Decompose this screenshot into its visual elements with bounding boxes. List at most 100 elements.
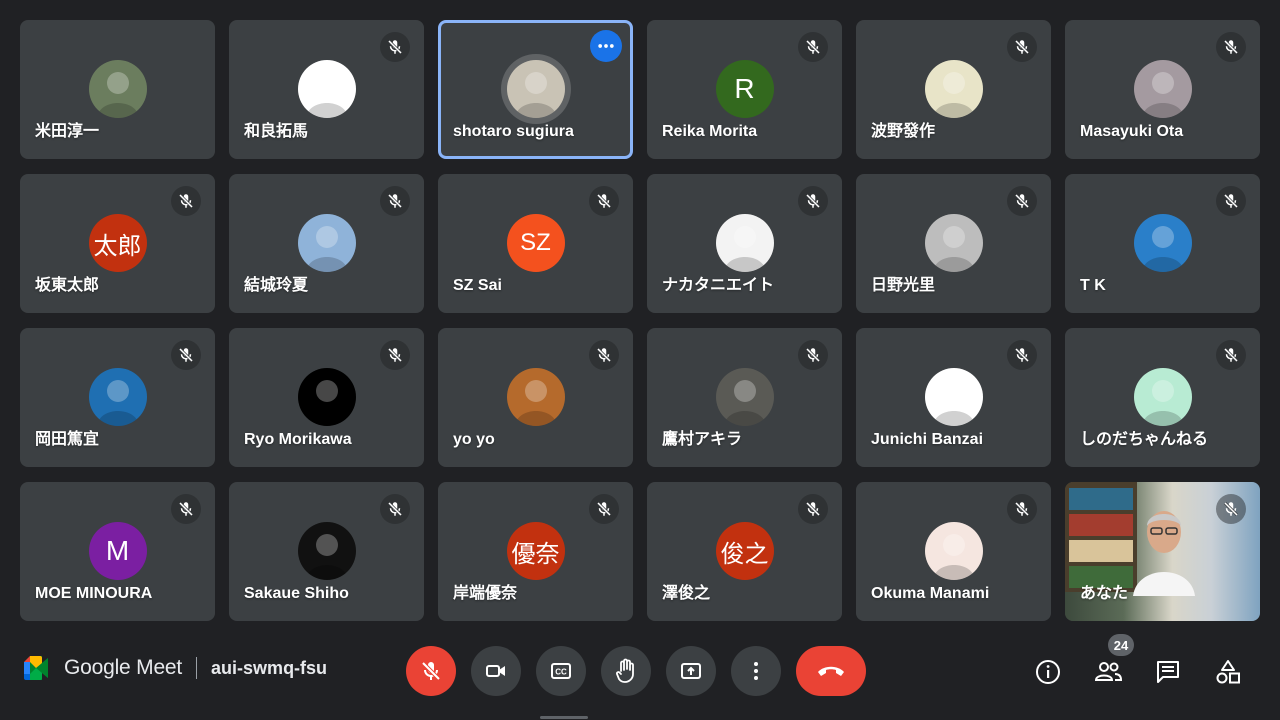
muted-indicator [380, 186, 410, 216]
people-button[interactable] [1086, 650, 1130, 694]
mic-off-icon [805, 193, 821, 209]
participant-tile[interactable]: ナカタニエイト [647, 174, 842, 313]
participant-tile[interactable]: shotaro sugiura [438, 20, 633, 159]
participant-tile[interactable]: R Reika Morita [647, 20, 842, 159]
mic-off-icon [421, 661, 441, 681]
participant-name: 鷹村アキラ [662, 431, 743, 448]
muted-indicator [798, 186, 828, 216]
mic-off-icon [1223, 39, 1239, 55]
participant-tile[interactable]: Sakaue Shiho [229, 482, 424, 621]
participant-avatar [924, 522, 983, 580]
participant-avatar [924, 60, 983, 118]
participant-name: MOE MINOURA [35, 585, 153, 602]
participant-avatar [506, 60, 565, 118]
muted-indicator [380, 32, 410, 62]
microphone-button[interactable] [406, 646, 456, 696]
participant-tile[interactable]: 優奈 岸端優奈 [438, 482, 633, 621]
avatar-photo-image [932, 380, 975, 426]
muted-indicator [171, 494, 201, 524]
home-indicator [540, 716, 588, 719]
participant-count-badge: 24 [1108, 634, 1134, 656]
meeting-details-button[interactable] [1026, 650, 1070, 694]
participant-name: あなた [1080, 585, 1129, 602]
camera-button[interactable] [471, 646, 521, 696]
mic-off-icon [1014, 501, 1030, 517]
participant-tile[interactable]: 俊之 澤俊之 [647, 482, 842, 621]
participant-name: Junichi Banzai [871, 431, 984, 448]
mic-off-icon [805, 39, 821, 55]
more-options-button[interactable] [731, 646, 781, 696]
avatar-photo-image [932, 226, 975, 272]
participant-name: 澤俊之 [662, 585, 711, 602]
participant-avatar [1133, 214, 1192, 272]
participant-avatar [715, 214, 774, 272]
participant-tile[interactable]: 太郎坂東太郎 [20, 174, 215, 313]
participant-tile[interactable]: Ryo Morikawa [229, 328, 424, 467]
participant-tile[interactable]: あなた [1065, 482, 1260, 621]
avatar-initials: 太郎 [93, 232, 142, 260]
bookshelf-image [1065, 482, 1137, 592]
avatar-initials: R [734, 73, 755, 104]
participant-tile[interactable]: 波野發作 [856, 20, 1051, 159]
mic-off-icon [178, 193, 194, 209]
participant-name: 日野光里 [871, 277, 936, 294]
captions-button[interactable]: CC [536, 646, 586, 696]
participant-tile[interactable]: 米田淳一 [20, 20, 215, 159]
participant-tile[interactable]: T K [1065, 174, 1260, 313]
camera-icon [486, 665, 505, 677]
participant-tile[interactable]: M MOE MINOURA [20, 482, 215, 621]
app-name: Google Meet [64, 656, 183, 679]
activities-button[interactable] [1206, 650, 1250, 694]
brand-divider [196, 657, 198, 679]
mic-off-icon [387, 193, 403, 209]
participant-tile[interactable]: 結城玲夏 [229, 174, 424, 313]
participant-tile[interactable]: 鷹村アキラ [647, 328, 842, 467]
participant-tile[interactable]: Masayuki Ota [1065, 20, 1260, 159]
participant-avatar [297, 60, 356, 118]
participant-tile[interactable]: 日野光里 [856, 174, 1051, 313]
people-icon [1094, 662, 1123, 681]
avatar-photo-image [305, 226, 348, 272]
avatar-initials: 優奈 [511, 540, 560, 568]
participant-tile[interactable]: 岡田篤宜 [20, 328, 215, 467]
avatar-photo-image [932, 72, 975, 118]
participant-tile[interactable]: yo yo [438, 328, 633, 467]
avatar-initials: M [105, 535, 130, 566]
participant-avatar [88, 60, 147, 118]
participant-avatar [1133, 368, 1192, 426]
mic-off-icon [387, 39, 403, 55]
muted-indicator [1216, 340, 1246, 370]
participant-avatar: SZ [506, 214, 565, 272]
muted-indicator [380, 494, 410, 524]
participant-name: Sakaue Shiho [244, 585, 349, 602]
participant-name: 岡田篤宜 [35, 431, 100, 448]
participant-options-button[interactable] [590, 30, 622, 62]
participant-tile[interactable]: Okuma Manami [856, 482, 1051, 621]
chat-button[interactable] [1146, 650, 1190, 694]
present-button[interactable] [666, 646, 716, 696]
present-icon [681, 663, 701, 679]
muted-indicator [171, 186, 201, 216]
avatar-photo-image [1141, 72, 1184, 118]
raise-hand-icon [616, 658, 634, 683]
leave-call-button[interactable] [796, 646, 866, 696]
mic-off-icon [1014, 347, 1030, 363]
participant-name: T K [1080, 277, 1106, 294]
raise-hand-button[interactable] [601, 646, 651, 696]
participant-tile[interactable]: Junichi Banzai [856, 328, 1051, 467]
mic-off-icon [387, 347, 403, 363]
participant-avatar: 優奈 [506, 522, 565, 580]
mic-off-icon [387, 501, 403, 517]
participant-grid: 米田淳一 和良拓馬 shotaro sugiura R Reika Morita 波野發作… [20, 20, 1260, 621]
participant-name: 坂東太郎 [35, 277, 100, 294]
participant-avatar [924, 214, 983, 272]
participant-name: 波野發作 [871, 123, 936, 140]
muted-indicator [380, 340, 410, 370]
participant-avatar [297, 368, 356, 426]
mic-off-icon [805, 347, 821, 363]
participant-tile[interactable]: しのだちゃんねる [1065, 328, 1260, 467]
participant-tile[interactable]: SZ SZ Sai [438, 174, 633, 313]
participant-tile[interactable]: 和良拓馬 [229, 20, 424, 159]
participant-name: しのだちゃんねる [1080, 431, 1209, 448]
participant-name: ナカタニエイト [662, 277, 775, 294]
